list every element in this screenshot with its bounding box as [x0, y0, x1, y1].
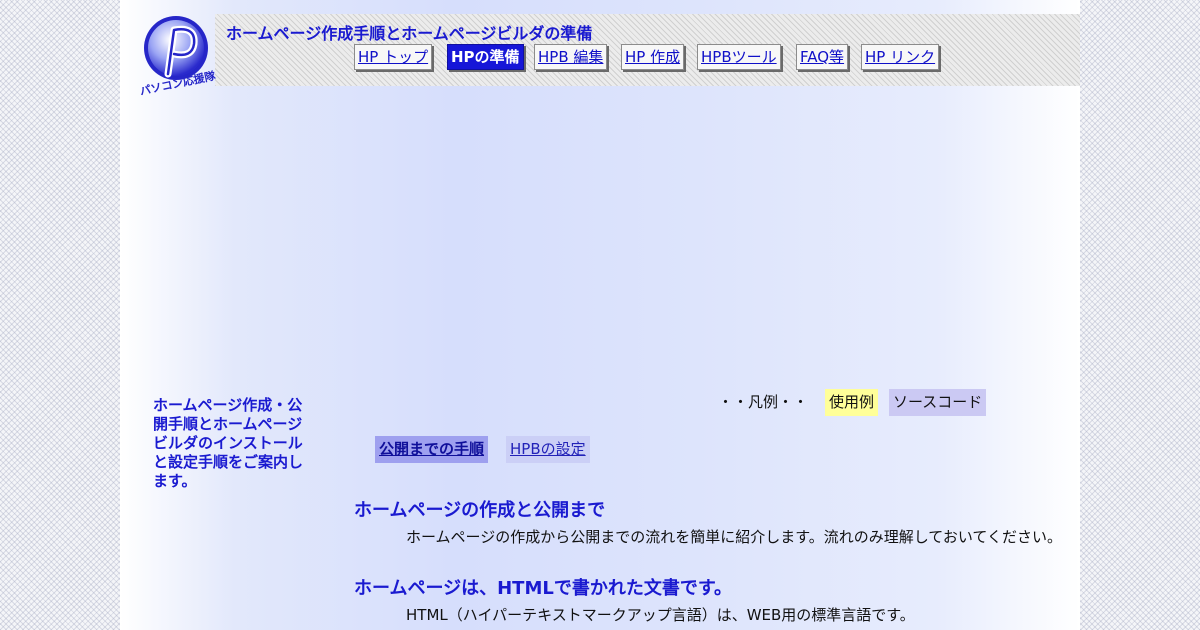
- legend-source-badge: ソースコード: [889, 389, 987, 416]
- page-container: パソコン応援隊 ホームページ作成手順とホームページビルダの準備 HP トップ H…: [120, 0, 1080, 630]
- section-heading-html: ホームページは、HTMLで書かれた文書です。: [354, 578, 733, 599]
- nav-item-hp-top[interactable]: HP トップ: [354, 44, 433, 70]
- nav-item-hp-preparation[interactable]: HPの準備: [447, 44, 524, 70]
- subtab-hpb-settings[interactable]: HPBの設定: [506, 436, 590, 463]
- subtab-publish-steps[interactable]: 公開までの手順: [375, 436, 489, 463]
- legend-label: ・・凡例・・: [718, 393, 809, 411]
- site-logo[interactable]: パソコン応援隊: [134, 12, 218, 98]
- legend-example-badge: 使用例: [825, 389, 879, 416]
- site-title: ホームページ作成手順とホームページビルダの準備: [226, 24, 593, 43]
- logo-p-icon: パソコン応援隊: [138, 16, 218, 98]
- nav-item-hp-links[interactable]: HP リンク: [861, 44, 940, 70]
- section-heading-create-publish: ホームページの作成と公開まで: [354, 500, 606, 521]
- section-text-create-publish: ホームページの作成から公開までの流れを簡単に紹介します。流れのみ理解しておいてく…: [406, 528, 1062, 546]
- nav-item-hpb-edit[interactable]: HPB 編集: [534, 44, 608, 70]
- section-text-html: HTML（ハイパーテキストマークアップ言語）は、WEB用の標準言語です。: [406, 606, 915, 624]
- nav-item-faq[interactable]: FAQ等: [796, 44, 849, 70]
- nav-item-hp-create[interactable]: HP 作成: [621, 44, 685, 70]
- nav-item-hpb-tools[interactable]: HPBツール: [697, 44, 781, 70]
- sidebar-intro: ホームページ作成・公開手順とホームページビルダのインストールと設定手順をご案内し…: [153, 396, 304, 490]
